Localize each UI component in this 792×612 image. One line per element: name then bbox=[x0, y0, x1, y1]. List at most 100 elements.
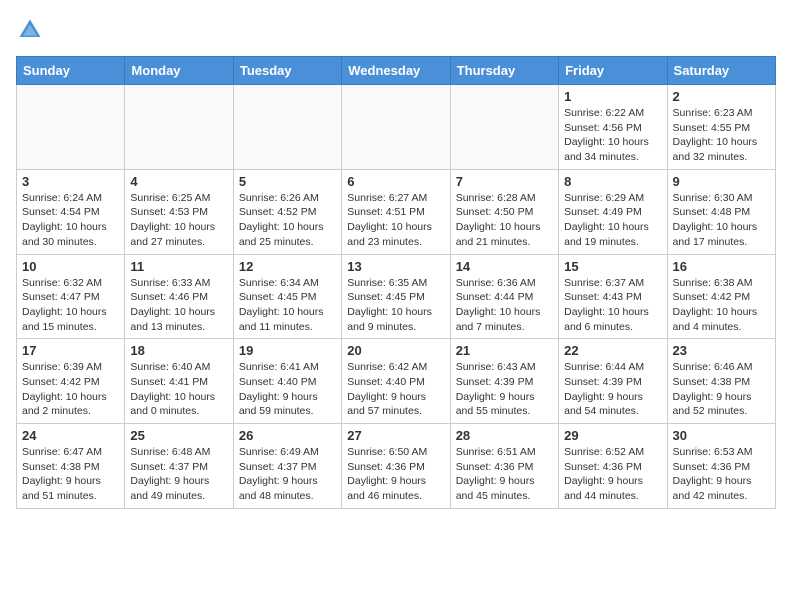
day-number: 12 bbox=[239, 259, 336, 274]
day-info: Sunrise: 6:47 AMSunset: 4:38 PMDaylight:… bbox=[22, 445, 119, 504]
calendar-cell: 21 Sunrise: 6:43 AMSunset: 4:39 PMDayligh… bbox=[450, 339, 558, 424]
weekday-header: Thursday bbox=[450, 57, 558, 85]
logo bbox=[16, 16, 48, 44]
calendar-cell: 22Sunrise: 6:44 AMSunset: 4:39 PMDayligh… bbox=[559, 339, 667, 424]
day-info: Sunrise: 6:24 AMSunset: 4:54 PMDaylight:… bbox=[22, 191, 119, 250]
calendar-cell: 16 Sunrise: 6:38 AMSunset: 4:42 PMDayligh… bbox=[667, 254, 775, 339]
weekday-header: Tuesday bbox=[233, 57, 341, 85]
calendar-cell: 19 Sunrise: 6:41 AMSunset: 4:40 PMDayligh… bbox=[233, 339, 341, 424]
calendar-cell: 25Sunrise: 6:48 AMSunset: 4:37 PMDayligh… bbox=[125, 424, 233, 509]
calendar-cell: 11 Sunrise: 6:33 AMSunset: 4:46 PMDayligh… bbox=[125, 254, 233, 339]
calendar-cell: 5Sunrise: 6:26 AMSunset: 4:52 PMDaylight… bbox=[233, 169, 341, 254]
day-info: Sunrise: 6:41 AMSunset: 4:40 PMDaylight:… bbox=[239, 360, 336, 419]
day-number: 9 bbox=[673, 174, 770, 189]
day-info: Sunrise: 6:36 AMSunset: 4:44 PMDaylight:… bbox=[456, 276, 553, 335]
calendar-cell: 2 Sunrise: 6:23 AMSunset: 4:55 PMDaylight… bbox=[667, 85, 775, 170]
day-number: 30 bbox=[673, 428, 770, 443]
weekday-header-row: SundayMondayTuesdayWednesdayThursdayFrid… bbox=[17, 57, 776, 85]
calendar-cell: 27 Sunrise: 6:50 AMSunset: 4:36 PMDayligh… bbox=[342, 424, 450, 509]
calendar-cell: 1 Sunrise: 6:22 AMSunset: 4:56 PMDaylight… bbox=[559, 85, 667, 170]
calendar-cell: 4 Sunrise: 6:25 AMSunset: 4:53 PMDaylight… bbox=[125, 169, 233, 254]
day-number: 8 bbox=[564, 174, 661, 189]
calendar-cell: 7 Sunrise: 6:28 AMSunset: 4:50 PMDaylight… bbox=[450, 169, 558, 254]
day-number: 2 bbox=[673, 89, 770, 104]
day-info: Sunrise: 6:37 AMSunset: 4:43 PMDaylight:… bbox=[564, 276, 661, 335]
calendar-cell: 28 Sunrise: 6:51 AMSunset: 4:36 PMDayligh… bbox=[450, 424, 558, 509]
weekday-header: Sunday bbox=[17, 57, 125, 85]
day-number: 19 bbox=[239, 343, 336, 358]
day-number: 14 bbox=[456, 259, 553, 274]
calendar-cell: 17 Sunrise: 6:39 AMSunset: 4:42 PMDayligh… bbox=[17, 339, 125, 424]
calendar-cell: 13 Sunrise: 6:35 AMSunset: 4:45 PMDayligh… bbox=[342, 254, 450, 339]
calendar-table: SundayMondayTuesdayWednesdayThursdayFrid… bbox=[16, 56, 776, 509]
day-info: Sunrise: 6:29 AMSunset: 4:49 PMDaylight:… bbox=[564, 191, 661, 250]
weekday-header: Monday bbox=[125, 57, 233, 85]
day-number: 4 bbox=[130, 174, 227, 189]
day-number: 29 bbox=[564, 428, 661, 443]
page-header bbox=[16, 16, 776, 44]
day-number: 3 bbox=[22, 174, 119, 189]
day-info: Sunrise: 6:35 AMSunset: 4:45 PMDaylight:… bbox=[347, 276, 444, 335]
calendar-cell: 12 Sunrise: 6:34 AMSunset: 4:45 PMDayligh… bbox=[233, 254, 341, 339]
calendar-cell: 24 Sunrise: 6:47 AMSunset: 4:38 PMDayligh… bbox=[17, 424, 125, 509]
day-info: Sunrise: 6:52 AMSunset: 4:36 PMDaylight:… bbox=[564, 445, 661, 504]
day-info: Sunrise: 6:53 AMSunset: 4:36 PMDaylight:… bbox=[673, 445, 770, 504]
calendar-cell bbox=[233, 85, 341, 170]
day-number: 1 bbox=[564, 89, 661, 104]
day-info: Sunrise: 6:46 AMSunset: 4:38 PMDaylight:… bbox=[673, 360, 770, 419]
day-info: Sunrise: 6:43 AMSunset: 4:39 PMDaylight:… bbox=[456, 360, 553, 419]
day-info: Sunrise: 6:28 AMSunset: 4:50 PMDaylight:… bbox=[456, 191, 553, 250]
day-info: Sunrise: 6:33 AMSunset: 4:46 PMDaylight:… bbox=[130, 276, 227, 335]
day-number: 23 bbox=[673, 343, 770, 358]
calendar-week-row: 10 Sunrise: 6:32 AMSunset: 4:47 PMDayligh… bbox=[17, 254, 776, 339]
day-number: 11 bbox=[130, 259, 227, 274]
calendar-cell bbox=[342, 85, 450, 170]
day-info: Sunrise: 6:42 AMSunset: 4:40 PMDaylight:… bbox=[347, 360, 444, 419]
day-info: Sunrise: 6:51 AMSunset: 4:36 PMDaylight:… bbox=[456, 445, 553, 504]
day-number: 6 bbox=[347, 174, 444, 189]
weekday-header: Friday bbox=[559, 57, 667, 85]
day-number: 28 bbox=[456, 428, 553, 443]
day-info: Sunrise: 6:38 AMSunset: 4:42 PMDaylight:… bbox=[673, 276, 770, 335]
day-number: 27 bbox=[347, 428, 444, 443]
day-info: Sunrise: 6:32 AMSunset: 4:47 PMDaylight:… bbox=[22, 276, 119, 335]
day-info: Sunrise: 6:48 AMSunset: 4:37 PMDaylight:… bbox=[130, 445, 227, 504]
calendar-cell: 29 Sunrise: 6:52 AMSunset: 4:36 PMDayligh… bbox=[559, 424, 667, 509]
weekday-header: Saturday bbox=[667, 57, 775, 85]
calendar-cell: 3 Sunrise: 6:24 AMSunset: 4:54 PMDaylight… bbox=[17, 169, 125, 254]
day-info: Sunrise: 6:34 AMSunset: 4:45 PMDaylight:… bbox=[239, 276, 336, 335]
calendar-cell: 20 Sunrise: 6:42 AMSunset: 4:40 PMDayligh… bbox=[342, 339, 450, 424]
calendar-cell: 18Sunrise: 6:40 AMSunset: 4:41 PMDayligh… bbox=[125, 339, 233, 424]
calendar-week-row: 3 Sunrise: 6:24 AMSunset: 4:54 PMDaylight… bbox=[17, 169, 776, 254]
calendar-cell: 26 Sunrise: 6:49 AMSunset: 4:37 PMDayligh… bbox=[233, 424, 341, 509]
day-number: 10 bbox=[22, 259, 119, 274]
day-number: 18 bbox=[130, 343, 227, 358]
calendar-week-row: 1 Sunrise: 6:22 AMSunset: 4:56 PMDaylight… bbox=[17, 85, 776, 170]
weekday-header: Wednesday bbox=[342, 57, 450, 85]
day-number: 17 bbox=[22, 343, 119, 358]
day-info: Sunrise: 6:50 AMSunset: 4:36 PMDaylight:… bbox=[347, 445, 444, 504]
day-info: Sunrise: 6:25 AMSunset: 4:53 PMDaylight:… bbox=[130, 191, 227, 250]
day-number: 24 bbox=[22, 428, 119, 443]
calendar-cell bbox=[125, 85, 233, 170]
day-info: Sunrise: 6:26 AMSunset: 4:52 PMDaylight:… bbox=[239, 191, 336, 250]
calendar-cell: 6 Sunrise: 6:27 AMSunset: 4:51 PMDaylight… bbox=[342, 169, 450, 254]
day-number: 21 bbox=[456, 343, 553, 358]
day-info: Sunrise: 6:44 AMSunset: 4:39 PMDaylight:… bbox=[564, 360, 661, 419]
day-number: 7 bbox=[456, 174, 553, 189]
day-number: 15 bbox=[564, 259, 661, 274]
day-number: 13 bbox=[347, 259, 444, 274]
calendar-cell: 15 Sunrise: 6:37 AMSunset: 4:43 PMDayligh… bbox=[559, 254, 667, 339]
day-number: 26 bbox=[239, 428, 336, 443]
day-info: Sunrise: 6:22 AMSunset: 4:56 PMDaylight:… bbox=[564, 106, 661, 165]
calendar-cell bbox=[17, 85, 125, 170]
day-number: 16 bbox=[673, 259, 770, 274]
day-info: Sunrise: 6:30 AMSunset: 4:48 PMDaylight:… bbox=[673, 191, 770, 250]
day-info: Sunrise: 6:27 AMSunset: 4:51 PMDaylight:… bbox=[347, 191, 444, 250]
day-number: 20 bbox=[347, 343, 444, 358]
calendar-cell bbox=[450, 85, 558, 170]
day-info: Sunrise: 6:49 AMSunset: 4:37 PMDaylight:… bbox=[239, 445, 336, 504]
day-info: Sunrise: 6:39 AMSunset: 4:42 PMDaylight:… bbox=[22, 360, 119, 419]
day-info: Sunrise: 6:23 AMSunset: 4:55 PMDaylight:… bbox=[673, 106, 770, 165]
calendar-week-row: 17 Sunrise: 6:39 AMSunset: 4:42 PMDayligh… bbox=[17, 339, 776, 424]
